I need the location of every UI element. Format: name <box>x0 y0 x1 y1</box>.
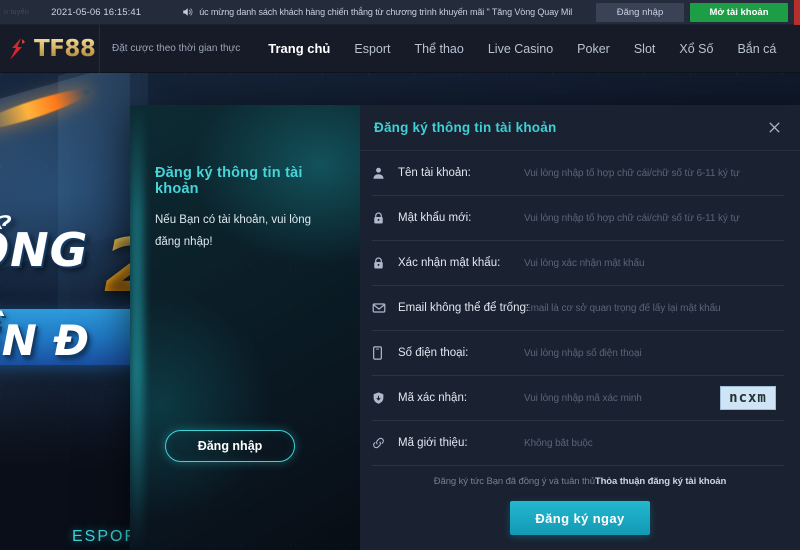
link-icon <box>372 436 398 450</box>
field-input-wrap-confirm-password <box>524 241 784 286</box>
topbar-register-button[interactable]: Mở tài khoản <box>690 3 788 22</box>
user-icon <box>372 166 398 180</box>
nav-item-the-thao[interactable]: Thể thao <box>403 25 476 72</box>
topbar-right-edge <box>794 0 800 25</box>
nav-item-trang-chu[interactable]: Trang chủ <box>256 25 342 72</box>
banner-headline-1: ỔNG <box>0 223 88 277</box>
nav-item-slot[interactable]: Slot <box>622 25 668 72</box>
close-icon[interactable] <box>764 118 784 138</box>
topbar-buttons: Đăng nhập Mở tài khoản <box>596 0 794 24</box>
left-panel-login-button[interactable]: Đăng nhập <box>165 430 295 462</box>
speaker-icon <box>181 6 193 18</box>
nav-item-esport[interactable]: Esport <box>342 25 402 72</box>
field-label-captcha: Mã xác nhận: <box>398 392 467 404</box>
left-panel-glow <box>130 105 144 550</box>
password-input[interactable] <box>524 213 784 224</box>
site-logo[interactable]: TF88 <box>0 25 100 73</box>
announcement-text: úc mừng danh sách khách hàng chiến thắng… <box>199 7 572 17</box>
banner-headline-2: ỀN Đ <box>0 316 90 365</box>
main-navigation: TF88 Đặt cược theo thời gian thực Trang … <box>0 25 800 73</box>
logo-arrow-icon <box>8 36 32 62</box>
field-input-wrap-referral <box>524 421 784 466</box>
topbar-login-button[interactable]: Đăng nhập <box>596 3 684 22</box>
submit-register-button[interactable]: Đăng ký ngay <box>510 501 650 535</box>
terms-link[interactable]: Thỏa thuận đăng ký tài khoản <box>595 476 726 487</box>
registration-modal: Đăng ký thông tin tài khoản Nếu Bạn có t… <box>130 105 800 550</box>
field-label-email: Email không thể để trống: <box>398 302 529 314</box>
field-label-username: Tên tài khoản: <box>398 167 471 179</box>
field-input-wrap-username <box>524 151 784 196</box>
phone-input[interactable] <box>524 348 784 359</box>
confirm-password-input[interactable] <box>524 258 784 269</box>
modal-left-panel: Đăng ký thông tin tài khoản Nếu Bạn có t… <box>130 105 360 550</box>
lock-icon <box>372 256 398 270</box>
field-row-confirm-password: Xác nhận mật khẩu: <box>372 241 784 286</box>
nav-item-khuyen-mai[interactable]: Khuyến mãi <box>788 25 800 72</box>
nav-item-xo-so[interactable]: Xổ Số <box>667 25 725 72</box>
lock-icon <box>372 211 398 225</box>
field-row-username: Tên tài khoản: <box>372 151 784 196</box>
phone-icon <box>372 346 398 360</box>
field-input-wrap-email <box>524 286 784 331</box>
topbar-ghost-text: n tuyến <box>0 9 29 16</box>
terms-prefix: Đăng ký tức Bạn đã đồng ý và tuân thủ <box>434 476 595 487</box>
modal-footer: Đăng ký tức Bạn đã đồng ý và tuân thủThỏ… <box>360 466 800 550</box>
field-label-phone: Số điện thoại: <box>398 347 468 359</box>
nav-item-poker[interactable]: Poker <box>565 25 622 72</box>
field-row-phone: Số điện thoại: <box>372 331 784 376</box>
field-input-wrap-password <box>524 196 784 241</box>
top-bar: n tuyến 2021-05-06 16:15:41 úc mừng danh… <box>0 0 800 25</box>
envelope-icon <box>372 301 398 315</box>
nav-item-live-casino[interactable]: Live Casino <box>476 25 565 72</box>
registration-form: Tên tài khoản: Mật khẩu mới: <box>360 151 800 466</box>
referral-input[interactable] <box>524 438 784 449</box>
email-input[interactable] <box>524 303 784 314</box>
shield-icon <box>372 391 398 405</box>
app-screen: n tuyến 2021-05-06 16:15:41 úc mừng danh… <box>0 0 800 550</box>
captcha-image[interactable]: ncxm <box>720 386 776 410</box>
modal-header: Đăng ký thông tin tài khoản <box>360 105 800 151</box>
field-row-email: Email không thể để trống: <box>372 286 784 331</box>
username-input[interactable] <box>524 168 784 179</box>
modal-title: Đăng ký thông tin tài khoản <box>374 120 764 135</box>
field-row-password: Mật khẩu mới: <box>372 196 784 241</box>
nav-item-ban-ca[interactable]: Bắn cá <box>725 25 788 72</box>
field-label-password: Mật khẩu mới: <box>398 212 471 224</box>
left-panel-subtitle: Nếu Bạn có tài khoản, vui lòng đăng nhập… <box>155 210 335 254</box>
field-input-wrap-phone <box>524 331 784 376</box>
captcha-text: ncxm <box>729 390 767 406</box>
terms-notice: Đăng ký tức Bạn đã đồng ý và tuân thủThỏ… <box>360 476 800 487</box>
field-label-referral: Mã giới thiệu: <box>398 437 468 449</box>
field-row-captcha: Mã xác nhận: ncxm <box>372 376 784 421</box>
field-row-referral: Mã giới thiệu: <box>372 421 784 466</box>
announcement-marquee: úc mừng danh sách khách hàng chiến thắng… <box>181 6 596 18</box>
banner-esport-label: ESPOR <box>72 528 138 546</box>
field-label-confirm-password: Xác nhận mật khẩu: <box>398 257 500 269</box>
logo-text: TF88 <box>34 36 95 62</box>
left-panel-title: Đăng ký thông tin tài khoản <box>155 165 345 197</box>
modal-right-panel: Đăng ký thông tin tài khoản <box>360 105 800 550</box>
nav-items: Đặt cược theo thời gian thực Trang chủ E… <box>100 25 800 72</box>
nav-item-live-betting[interactable]: Đặt cược theo thời gian thực <box>112 43 240 54</box>
topbar-datetime: 2021-05-06 16:15:41 <box>51 7 141 18</box>
